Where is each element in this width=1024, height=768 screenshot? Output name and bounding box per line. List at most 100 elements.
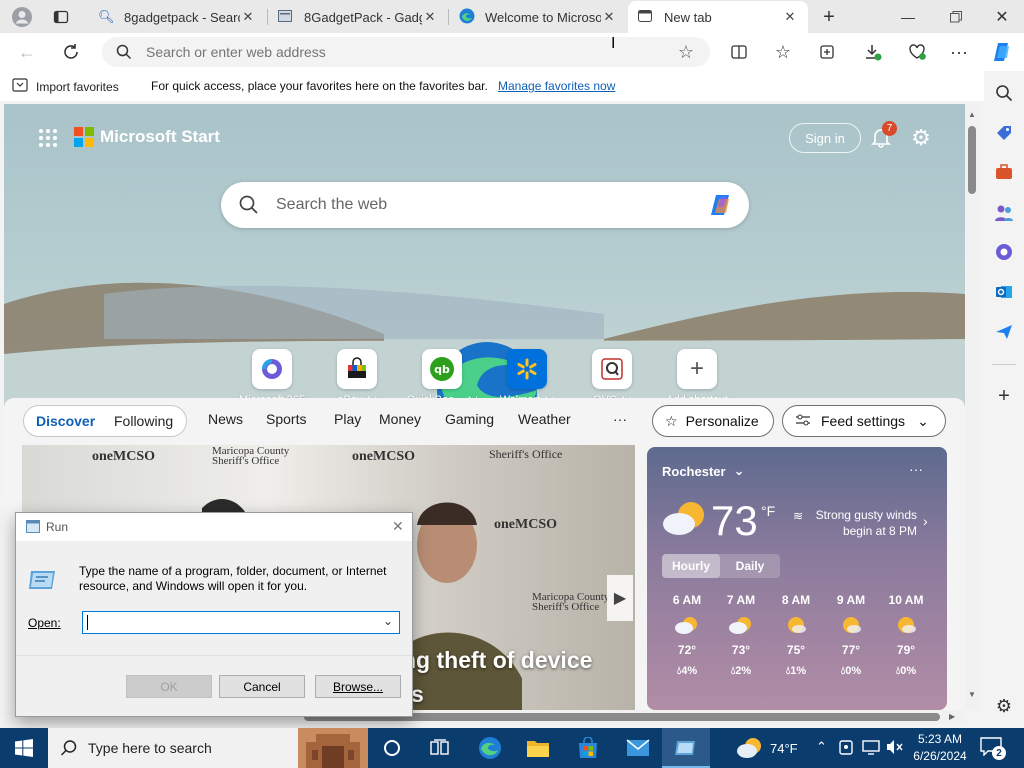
network-icon[interactable] (862, 739, 880, 760)
run-taskbar-icon[interactable] (662, 728, 710, 768)
microsoft-365-icon (252, 349, 292, 389)
weather-more-icon[interactable]: ··· (909, 461, 923, 477)
file-explorer-icon[interactable] (514, 728, 562, 768)
scroll-right-icon[interactable]: ▶ (949, 712, 955, 721)
daily-tab[interactable]: Daily (720, 554, 780, 578)
sign-in-button[interactable]: Sign in (789, 123, 861, 153)
new-tab-icon (638, 9, 664, 25)
close-icon[interactable]: ✕ (601, 9, 617, 25)
volume-muted-icon[interactable] (886, 739, 904, 760)
refresh-icon[interactable] (58, 39, 84, 65)
nav-more-icon[interactable]: ··· (613, 411, 627, 427)
manage-favorites-link[interactable]: Manage favorites now (498, 79, 615, 93)
ok-button[interactable]: OK (126, 675, 212, 698)
import-favorites-button[interactable]: Import favorites (12, 78, 119, 95)
restore-icon[interactable] (938, 4, 974, 30)
nav-weather[interactable]: Weather (518, 411, 571, 427)
people-icon[interactable] (992, 201, 1016, 225)
partly-cloudy-icon (715, 607, 767, 643)
open-combobox[interactable]: ⌄ (82, 611, 400, 634)
microsoft-store-icon[interactable] (564, 728, 612, 768)
mail-icon[interactable] (614, 728, 662, 768)
show-hidden-icons[interactable]: ⌃ (816, 739, 827, 755)
nav-sports[interactable]: Sports (266, 411, 306, 427)
hour-time: 8 AM (781, 593, 811, 607)
weather-card[interactable]: Rochester ⌄ ··· 73 °F ≋ Strong gusty wind… (647, 447, 947, 710)
chevron-right-icon[interactable]: › (923, 513, 928, 529)
dropdown-chevron-icon[interactable]: ⌄ (383, 614, 393, 628)
copilot-icon[interactable] (707, 191, 735, 224)
outlook-icon[interactable] (992, 280, 1016, 304)
minimize-icon[interactable]: — (890, 4, 926, 30)
scroll-up-icon[interactable]: ▲ (968, 110, 976, 119)
open-input[interactable] (87, 614, 377, 631)
favorites-icon[interactable]: ☆ (770, 39, 796, 65)
personalize-button[interactable]: ☆ Personalize (652, 405, 774, 437)
cortana-icon[interactable] (368, 728, 416, 768)
tab-title: Welcome to Microsoft (485, 9, 601, 25)
close-icon[interactable]: ✕ (240, 9, 256, 25)
cancel-button[interactable]: Cancel (219, 675, 305, 698)
nav-play[interactable]: Play (334, 411, 361, 427)
search-icon[interactable] (992, 81, 1016, 105)
taskbar-weather[interactable]: 74°F (736, 736, 798, 760)
toolbox-icon[interactable] (992, 160, 1016, 184)
downloads-icon[interactable] (860, 39, 886, 65)
browse-button[interactable]: Browse... (315, 675, 401, 698)
scrollbar-thumb[interactable] (968, 126, 976, 194)
tab-1[interactable]: 🔍︎ 8gadgetpack - Search ✕ (88, 1, 266, 33)
tab-3[interactable]: Welcome to Microsoft ✕ (449, 1, 627, 33)
close-icon[interactable]: ✕ (422, 9, 438, 25)
edge-taskbar-icon[interactable] (466, 728, 514, 768)
hourly-tab[interactable]: Hourly (662, 554, 720, 578)
shopping-tag-icon[interactable] (992, 121, 1016, 145)
profile-icon[interactable] (6, 5, 38, 29)
hour-time: 6 AM (672, 593, 702, 607)
dialog-close-icon[interactable]: ✕ (392, 518, 404, 535)
address-input[interactable] (146, 42, 626, 62)
weather-location[interactable]: Rochester ⌄ (662, 463, 744, 479)
back-icon[interactable]: ← (14, 39, 40, 65)
address-bar[interactable]: ☆ (102, 37, 710, 67)
meet-now-icon[interactable] (838, 738, 854, 761)
nav-gaming[interactable]: Gaming (445, 411, 494, 427)
send-icon[interactable] (992, 320, 1016, 344)
web-search-box[interactable]: Search the web (221, 182, 749, 228)
close-window-icon[interactable]: ✕ (984, 4, 1020, 30)
app-launcher-icon[interactable] (36, 126, 60, 150)
sidebar-settings-icon[interactable]: ⚙ (992, 694, 1016, 718)
carousel-next-icon[interactable]: ▶ (607, 575, 633, 621)
weather-alert[interactable]: Strong gusty winds begin at 8 PM (797, 507, 917, 539)
action-center-button[interactable]: 2 (980, 736, 1008, 762)
tab-actions-icon[interactable] (48, 5, 74, 29)
following-tab[interactable]: Following (114, 413, 173, 429)
ebay-icon (337, 349, 377, 389)
sidebar-divider (992, 364, 1016, 365)
task-view-icon[interactable] (416, 728, 464, 768)
clock[interactable]: 5:23 AM 6/26/2024 (908, 731, 972, 765)
add-icon[interactable]: + (992, 384, 1016, 408)
microsoft-start-brand[interactable]: Microsoft Start (74, 127, 220, 147)
collections-icon[interactable] (814, 39, 840, 65)
performance-icon[interactable] (904, 39, 930, 65)
taskbar-search-box[interactable]: Type here to search (48, 728, 368, 768)
more-options-icon[interactable]: ··· (946, 39, 972, 65)
discover-tab[interactable]: Discover (36, 413, 95, 429)
copilot-icon[interactable] (988, 38, 1016, 66)
split-screen-icon[interactable] (726, 39, 752, 65)
close-icon[interactable]: ✕ (782, 9, 798, 25)
microsoft-365-icon[interactable] (992, 240, 1016, 264)
vertical-scrollbar[interactable]: ▲ ▼ (965, 104, 979, 710)
tab-2[interactable]: 8GadgetPack - Gadge ✕ (268, 1, 448, 33)
nav-news[interactable]: News (208, 411, 243, 427)
tab-4-active[interactable]: New tab ✕ (628, 1, 808, 33)
scroll-down-icon[interactable]: ▼ (968, 690, 976, 699)
dialog-description: Type the name of a program, folder, docu… (79, 564, 387, 593)
start-button[interactable] (0, 728, 48, 768)
favorite-star-icon[interactable]: ☆ (676, 42, 696, 62)
settings-gear-icon[interactable]: ⚙ (909, 125, 933, 150)
feed-settings-button[interactable]: Feed settings ⌄ (782, 405, 946, 437)
new-tab-plus-icon[interactable]: + (816, 4, 842, 30)
nav-money[interactable]: Money (379, 411, 421, 427)
notifications-button[interactable]: 7 (870, 121, 897, 152)
